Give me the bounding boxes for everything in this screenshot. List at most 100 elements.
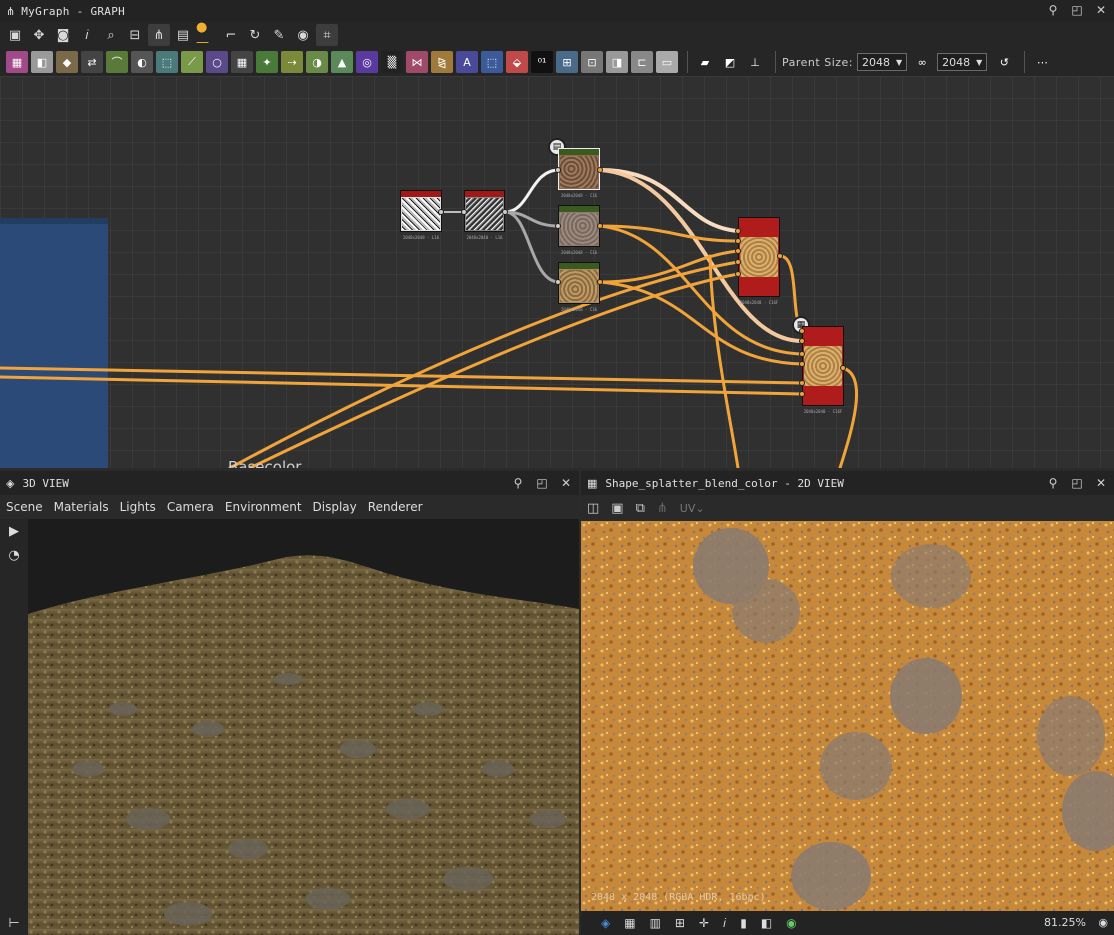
camera-icon[interactable]: ◙ (52, 24, 74, 46)
input-icon[interactable]: ⊡ (581, 51, 603, 73)
light-bulb-icon[interactable]: ◔ (0, 543, 28, 567)
gradient-icon[interactable]: ⟋ (181, 51, 203, 73)
output-port[interactable] (840, 365, 846, 371)
history-icon[interactable]: ↻ (244, 24, 266, 46)
frame-select-icon[interactable]: ▣ (4, 24, 26, 46)
transform-icon[interactable]: ⬚ (156, 51, 178, 73)
value-icon[interactable]: ⊏ (631, 51, 653, 73)
input-port[interactable] (799, 338, 805, 344)
height-icon[interactable]: ▲ (331, 51, 353, 73)
close-icon[interactable]: ✕ (1094, 476, 1108, 490)
fill-icon[interactable]: ⬙ (506, 51, 528, 73)
input-port[interactable] (799, 351, 805, 357)
fxmap-icon[interactable]: ⁰¹ (531, 51, 553, 73)
input-port[interactable] (799, 361, 805, 367)
output-port[interactable] (597, 279, 603, 285)
menu-renderer[interactable]: Renderer (368, 500, 423, 514)
bitmap-node-icon[interactable]: ▦ (6, 51, 28, 73)
zoom-options-icon[interactable]: ◉ (1098, 916, 1108, 929)
info-icon[interactable]: 𝑖 (76, 24, 98, 46)
close-icon[interactable]: ✕ (559, 476, 573, 490)
menu-camera[interactable]: Camera (167, 500, 214, 514)
menu-environment[interactable]: Environment (225, 500, 302, 514)
comment-bubble-icon[interactable]: ▰ (694, 51, 716, 73)
graph-node-color-3[interactable]: 2048x2048 - C16 (558, 262, 600, 312)
output-port[interactable] (438, 209, 444, 215)
tile-icon[interactable]: ▦ (231, 51, 253, 73)
link-icon[interactable]: ●— (196, 20, 218, 50)
ao-icon[interactable]: ◑ (306, 51, 328, 73)
maximize-icon[interactable]: ◰ (535, 476, 549, 490)
output-icon[interactable]: ◨ (606, 51, 628, 73)
input-port[interactable] (735, 238, 741, 244)
comment-icon[interactable]: ▤ (172, 24, 194, 46)
link-size-icon[interactable]: ∞ (911, 51, 933, 73)
input-port[interactable] (735, 228, 741, 234)
output-port[interactable] (777, 253, 783, 259)
pin-icon[interactable]: ⚲ (1046, 3, 1060, 17)
graph-node-blend-2[interactable]: 2048x2048 - C16F (802, 326, 844, 414)
blend-icon[interactable]: ⇄ (81, 51, 103, 73)
parent-size-width-select[interactable]: 2048 ▼ (857, 53, 908, 71)
video-camera-icon[interactable]: ▶ (0, 519, 28, 543)
navigation-icon[interactable]: ◩ (719, 51, 741, 73)
input-port[interactable] (735, 259, 741, 265)
uv-dropdown[interactable]: UV⌄ (680, 502, 705, 515)
reset-size-icon[interactable]: ↺ (993, 51, 1015, 73)
graph-node-blend-1[interactable]: 2048x2048 - C16F (738, 217, 780, 305)
pin-node-icon[interactable]: ⊥ (744, 51, 766, 73)
color-wheel-icon[interactable]: ◎ (356, 51, 378, 73)
frame-icon[interactable]: ▭ (656, 51, 678, 73)
graph-node-color-2[interactable]: 2048x2048 - C16 (558, 205, 600, 255)
input-port[interactable] (799, 380, 805, 386)
input-port[interactable] (799, 391, 805, 397)
input-port[interactable] (735, 271, 741, 277)
tiling-icon[interactable]: ⊞ (675, 916, 685, 930)
save-icon[interactable]: ▣ (611, 501, 623, 516)
scene-tree-icon[interactable]: ⊢ (0, 911, 28, 935)
connector-icon[interactable]: ⌐ (220, 24, 242, 46)
search-icon[interactable]: ⌕ (100, 24, 122, 46)
menu-scene[interactable]: Scene (6, 500, 43, 514)
fit-view-icon[interactable]: ✥ (28, 24, 50, 46)
output-port[interactable] (597, 223, 603, 229)
menu-display[interactable]: Display (313, 500, 357, 514)
circle-icon[interactable]: ○ (206, 51, 228, 73)
wrench-icon[interactable]: ✎ (268, 24, 290, 46)
crop-icon[interactable]: ⌗ (316, 24, 338, 46)
graph-node-noise-2[interactable]: 2048x2048 - L16 (464, 190, 505, 240)
layers-icon[interactable]: ◈ (601, 916, 610, 930)
graph-node-noise-1[interactable]: 2048x2048 - L16 (400, 190, 442, 240)
zoom-level[interactable]: 81.25% (1044, 916, 1086, 929)
hierarchy-icon[interactable]: ⋔ (148, 24, 170, 46)
pivot-icon[interactable]: ✛ (699, 916, 709, 930)
warp-icon[interactable]: ⇢ (281, 51, 303, 73)
uniform-color-icon[interactable]: ◆ (56, 51, 78, 73)
preview-icon[interactable]: ◉ (292, 24, 314, 46)
pin-icon[interactable]: ⚲ (1046, 476, 1060, 490)
graph-canvas[interactable]: 2048x2048 - L16 2048x2048 - L16 ▤ 2048x2… (0, 76, 1114, 468)
output-port[interactable] (502, 209, 508, 215)
noise-icon[interactable]: ▒ (381, 51, 403, 73)
pattern-icon[interactable]: ⊞ (556, 51, 578, 73)
3d-viewport[interactable] (28, 519, 579, 935)
levels-icon[interactable]: ◐ (131, 51, 153, 73)
pin-icon[interactable]: ⚲ (511, 476, 525, 490)
output-port[interactable] (597, 167, 603, 173)
layers-view-icon[interactable]: ◫ (587, 501, 599, 516)
normal-icon[interactable]: ✦ (256, 51, 278, 73)
curve-icon[interactable]: ⌒ (106, 51, 128, 73)
input-port[interactable] (555, 223, 561, 229)
menu-lights[interactable]: Lights (120, 500, 156, 514)
more-options-icon[interactable]: ⋯ (1031, 51, 1053, 73)
svg-node-icon[interactable]: ◧ (31, 51, 53, 73)
transparency-icon[interactable]: ▦ (624, 916, 635, 930)
layout-icon[interactable]: ⊟ (124, 24, 146, 46)
color-picker-icon[interactable]: ◧ (761, 916, 772, 930)
info-icon[interactable]: 𝑖 (723, 916, 726, 931)
menu-materials[interactable]: Materials (54, 500, 109, 514)
text-icon[interactable]: A (456, 51, 478, 73)
maximize-icon[interactable]: ◰ (1070, 476, 1084, 490)
copy-icon[interactable]: ⧉ (636, 501, 645, 516)
input-port[interactable] (555, 167, 561, 173)
